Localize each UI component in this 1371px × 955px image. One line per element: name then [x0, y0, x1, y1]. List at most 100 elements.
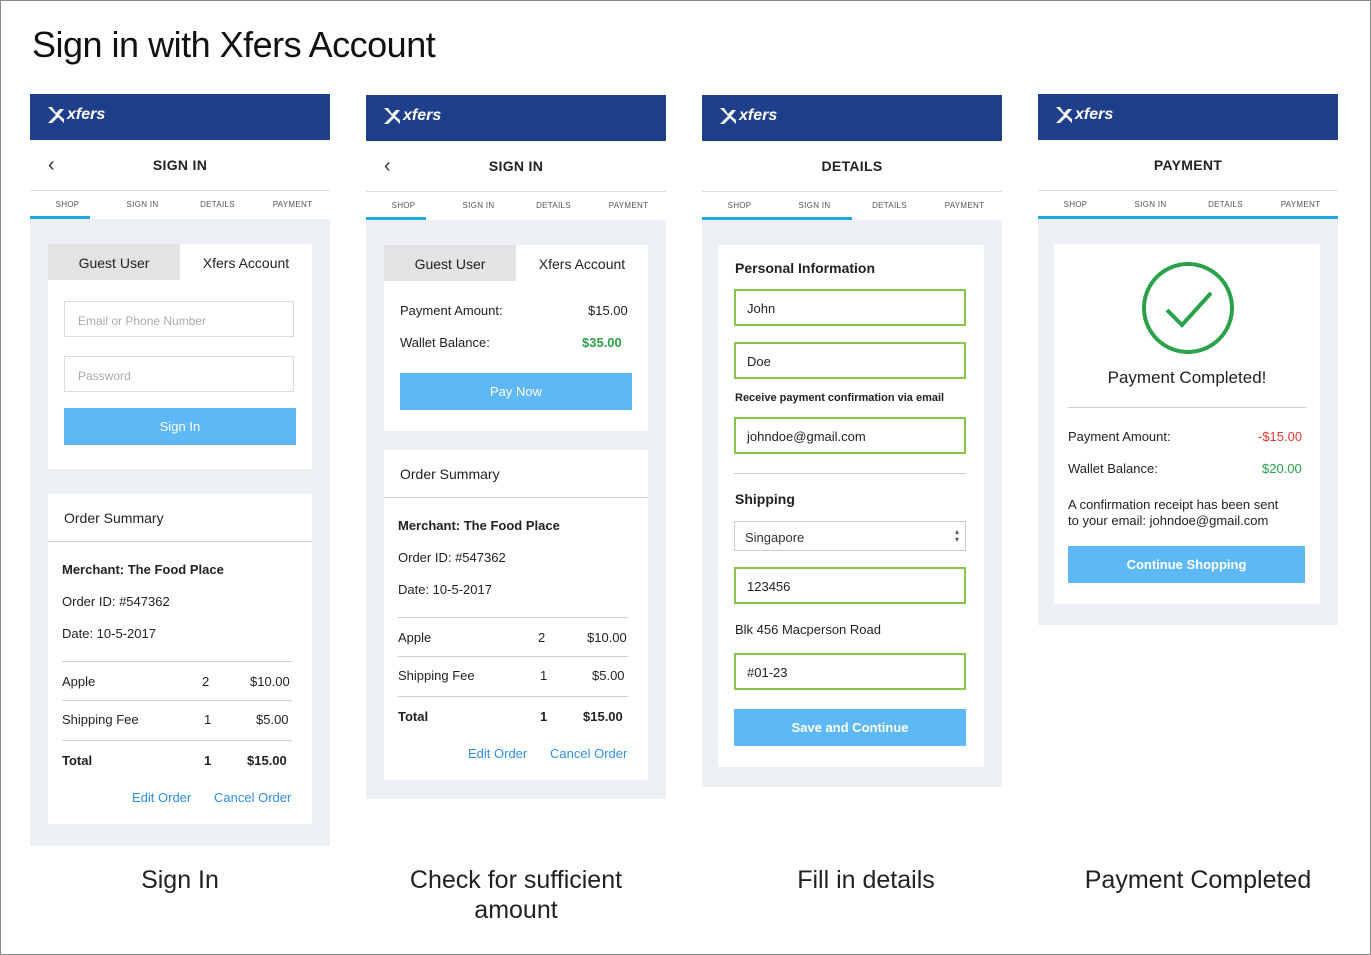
step-details[interactable]: DETAILS	[516, 192, 591, 220]
account-tabs: Guest User Xfers Account	[48, 244, 312, 280]
active-step-underline	[366, 217, 426, 220]
payment-amount-label: Payment Amount:	[400, 303, 503, 318]
screen-details: xfers DETAILS SHOP SIGN IN DETAILS PAYME…	[702, 95, 1002, 787]
first-name-field[interactable]: John	[734, 289, 966, 326]
order-date: Date: 10-5-2017	[62, 626, 156, 641]
step-indicator: SHOP SIGN IN DETAILS PAYMENT	[1038, 191, 1338, 219]
title-bar: DETAILS	[702, 141, 1002, 192]
tab-xfers-account[interactable]: Xfers Account	[516, 245, 648, 281]
total-price: $15.00	[583, 709, 623, 724]
brand-name: xfers	[739, 107, 778, 124]
step-shop[interactable]: SHOP	[30, 191, 105, 219]
item-price: $5.00	[592, 668, 625, 683]
step-shop[interactable]: SHOP	[1038, 191, 1113, 219]
item-qty: 1	[540, 668, 548, 683]
step-payment[interactable]: PAYMENT	[927, 192, 1002, 220]
caption-check-amount-line1: Check for sufficient	[409, 866, 623, 894]
payment-amount-label: Payment Amount:	[1068, 429, 1171, 444]
check-circle-icon	[1142, 262, 1234, 354]
order-summary-card: Order Summary Merchant: The Food Place O…	[48, 494, 312, 824]
cancel-order-link[interactable]: Cancel Order	[550, 746, 627, 761]
brand-bar: xfers	[1038, 94, 1338, 140]
total-price: $15.00	[247, 753, 287, 768]
wallet-balance-label: Wallet Balance:	[400, 335, 490, 350]
tab-guest-user[interactable]: Guest User	[384, 245, 516, 281]
receipt-message-line2: to your email: johndoe@gmail.com	[1068, 513, 1269, 528]
item-price: $5.00	[256, 712, 289, 727]
step-details[interactable]: DETAILS	[180, 191, 255, 219]
title-bar: ‹ SIGN IN	[30, 140, 330, 191]
step-shop[interactable]: SHOP	[366, 192, 441, 220]
order-id: Order ID: #547362	[62, 594, 170, 609]
tab-guest-user[interactable]: Guest User	[48, 244, 180, 280]
total-label: Total	[62, 753, 93, 768]
step-sign-in[interactable]: SIGN IN	[441, 192, 516, 220]
pay-now-button[interactable]: Pay Now	[400, 373, 632, 410]
order-summary-heading: Order Summary	[64, 510, 164, 526]
step-indicator: SHOP SIGN IN DETAILS PAYMENT	[702, 192, 1002, 220]
sign-in-card: Guest User Xfers Account Email or Phone …	[48, 244, 312, 469]
email-confirmation-label: Receive payment confirmation via email	[735, 392, 945, 404]
divider	[62, 740, 292, 741]
xfers-logo: xfers	[382, 107, 441, 125]
personal-info-heading: Personal Information	[735, 260, 876, 276]
email-input[interactable]: Email or Phone Number	[64, 301, 294, 337]
step-payment[interactable]: PAYMENT	[255, 191, 330, 219]
xfers-logo: xfers	[1054, 106, 1113, 124]
xfers-logo: xfers	[46, 106, 105, 124]
step-details[interactable]: DETAILS	[852, 192, 927, 220]
active-step-underline	[1038, 216, 1338, 219]
step-sign-in[interactable]: SIGN IN	[1113, 191, 1188, 219]
account-tabs: Guest User Xfers Account	[384, 245, 648, 281]
edit-order-link[interactable]: Edit Order	[468, 746, 527, 761]
sign-in-button[interactable]: Sign In	[64, 408, 296, 445]
item-price: $10.00	[250, 674, 290, 689]
caption-fill-details: Fill in details	[797, 866, 935, 894]
step-indicator: SHOP SIGN IN DETAILS PAYMENT	[366, 192, 666, 220]
step-payment[interactable]: PAYMENT	[1263, 191, 1338, 219]
divider	[62, 700, 292, 701]
email-field[interactable]: johndoe@gmail.com	[734, 417, 966, 454]
item-qty: 1	[204, 712, 212, 727]
payment-result-card: Payment Completed! Payment Amount: -$15.…	[1054, 244, 1320, 604]
title-bar: ‹ SIGN IN	[366, 141, 666, 192]
order-date: Date: 10-5-2017	[398, 582, 492, 597]
step-details[interactable]: DETAILS	[1188, 191, 1263, 219]
step-sign-in[interactable]: SIGN IN	[777, 192, 852, 220]
wallet-balance-value: $20.00	[1262, 461, 1302, 476]
country-select[interactable]: Singapore ▴ ▾	[734, 521, 966, 551]
edit-order-link[interactable]: Edit Order	[132, 790, 191, 805]
unit-number-field[interactable]: #01-23	[734, 653, 966, 690]
shipping-heading: Shipping	[735, 491, 795, 507]
wallet-balance-label: Wallet Balance:	[1068, 461, 1158, 476]
brand-name: xfers	[403, 107, 442, 124]
save-and-continue-button[interactable]: Save and Continue	[734, 709, 966, 746]
last-name-field[interactable]: Doe	[734, 342, 966, 379]
wallet-balance-value: $35.00	[582, 335, 622, 350]
continue-shopping-button[interactable]: Continue Shopping	[1068, 546, 1305, 583]
tab-xfers-account[interactable]: Xfers Account	[180, 244, 312, 280]
step-shop[interactable]: SHOP	[702, 192, 777, 220]
screen-title: PAYMENT	[1153, 157, 1223, 173]
brand-bar: xfers	[702, 95, 1002, 141]
screen-check-amount: xfers ‹ SIGN IN SHOP SIGN IN DETAILS PAY…	[366, 95, 666, 799]
xfers-logo-icon	[48, 107, 64, 123]
screen-title: SIGN IN	[152, 157, 208, 173]
xfers-logo-icon	[720, 108, 736, 124]
step-indicator: SHOP SIGN IN DETAILS PAYMENT	[30, 191, 330, 219]
cancel-order-link[interactable]: Cancel Order	[214, 790, 291, 805]
divider	[734, 473, 966, 474]
item-name: Shipping Fee	[62, 712, 139, 727]
password-input[interactable]: Password	[64, 356, 294, 392]
total-qty: 1	[540, 709, 548, 724]
step-payment[interactable]: PAYMENT	[591, 192, 666, 220]
step-sign-in[interactable]: SIGN IN	[105, 191, 180, 219]
brand-bar: xfers	[366, 95, 666, 141]
merchant-name: Merchant: The Food Place	[62, 562, 224, 577]
divider	[62, 661, 292, 662]
brand-bar: xfers	[30, 94, 330, 140]
postal-code-field[interactable]: 123456	[734, 567, 966, 604]
screen-payment: xfers PAYMENT SHOP SIGN IN DETAILS PAYME…	[1038, 94, 1338, 625]
active-step-underline	[30, 216, 90, 219]
order-summary-heading: Order Summary	[400, 466, 500, 482]
